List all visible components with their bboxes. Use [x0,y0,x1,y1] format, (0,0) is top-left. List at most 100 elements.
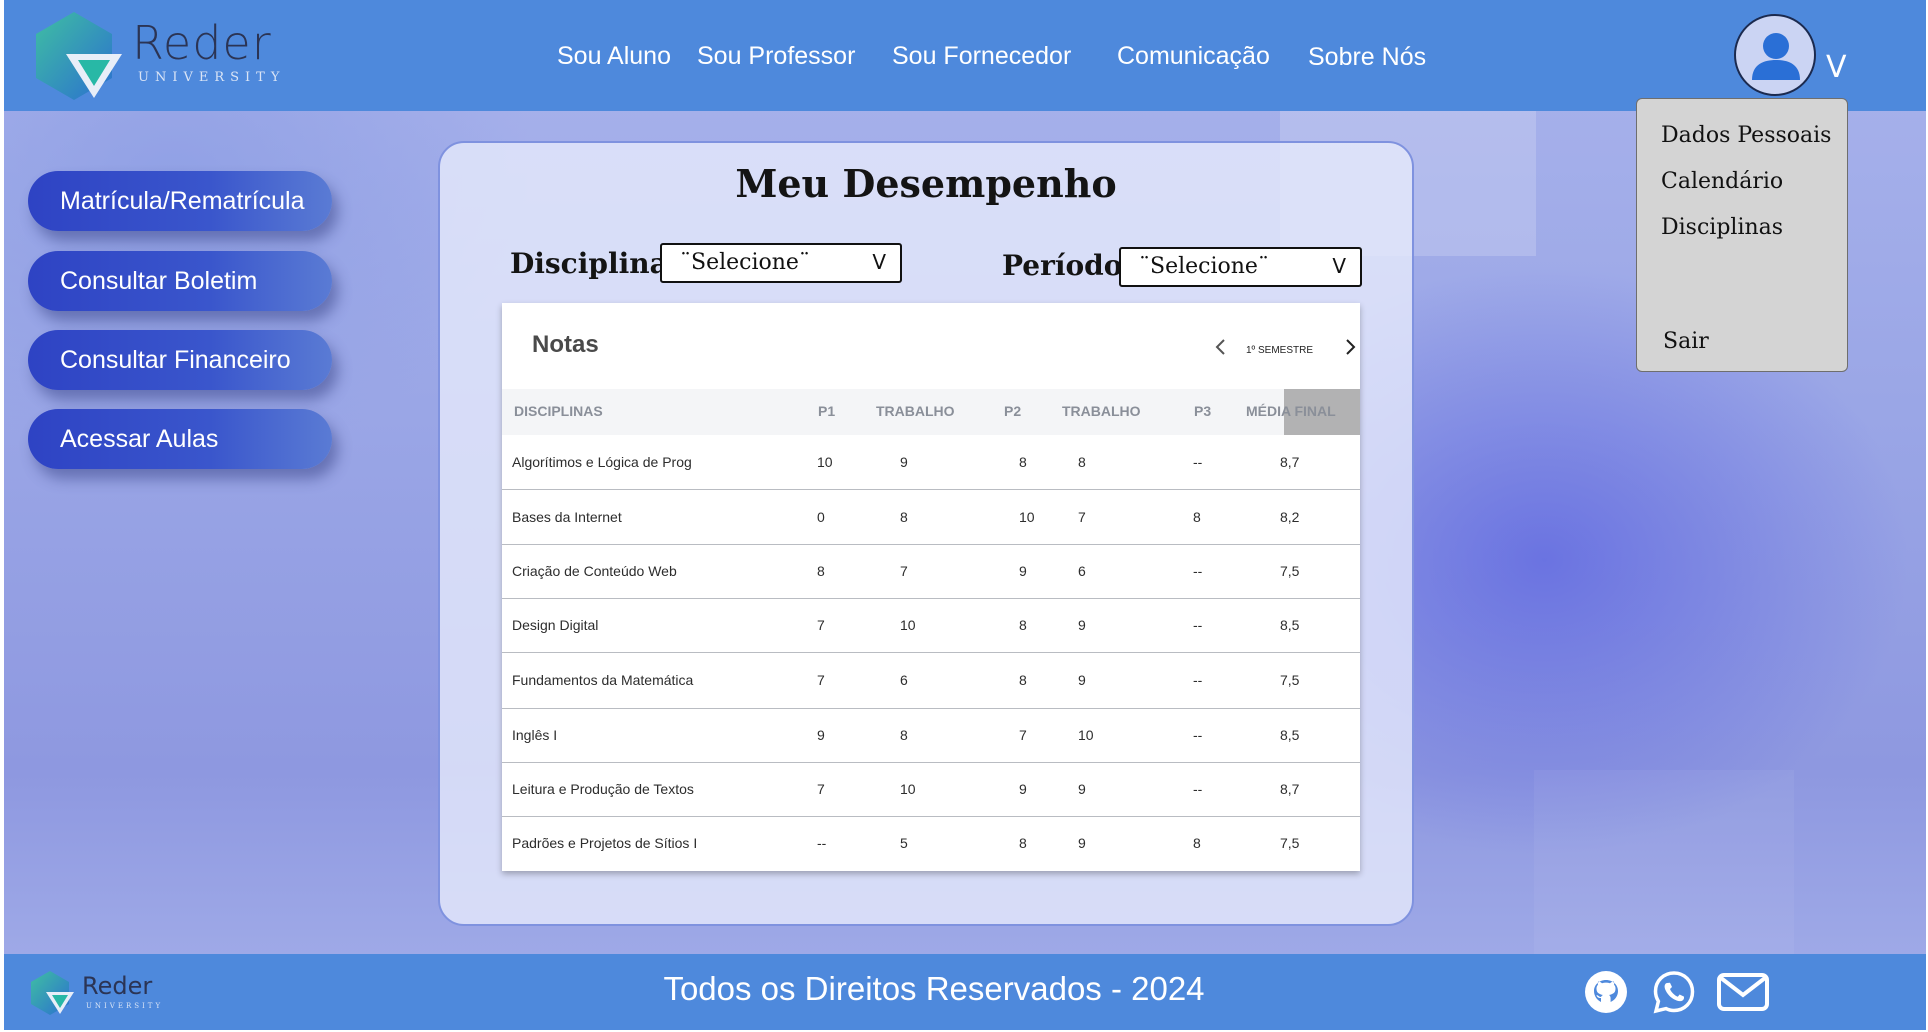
cell-trabalho-2: 8 [1078,454,1086,470]
col-p3[interactable]: P3 [1194,403,1211,419]
nav-sou-fornecedor[interactable]: Sou Fornecedor [892,42,1071,71]
semester-label: 1º SEMESTRE [1246,345,1314,356]
cell-p2: 8 [1019,454,1027,470]
chevron-right-icon[interactable] [1340,337,1360,357]
logo[interactable]: Reder UNIVERSITY [26,10,279,110]
cell-p2: 9 [1019,781,1027,797]
table-row[interactable]: Criação de Conteúdo Web 8 7 9 6 -- 7,5 [502,545,1360,599]
header: Reder UNIVERSITY Sou Aluno Sou Professor… [4,0,1926,111]
cell-trabalho-2: 7 [1078,509,1086,525]
user-avatar[interactable] [1734,14,1816,96]
cell-p1: 0 [817,509,825,525]
table-header: DISCIPLINAS P1 TRABALHO P2 TRABALHO P3 M… [502,389,1360,435]
user-menu-chevron-icon[interactable]: V [1826,50,1847,85]
cell-disciplina: Algorítimos e Lógica de Prog [512,454,692,470]
chevron-down-icon: V [1332,254,1346,278]
cell-p1: 10 [817,454,833,470]
cell-p3: -- [1193,454,1203,470]
user-icon [1752,33,1800,80]
nav-sobre-nos[interactable]: Sobre Nós [1308,43,1426,72]
cell-disciplina: Design Digital [512,617,599,633]
grades-panel: Notas 1º SEMESTRE DISCIPLINAS P1 TRABALH… [502,303,1360,871]
chevron-left-icon[interactable] [1211,337,1231,357]
periodo-label: Período [1002,249,1123,282]
cell-p3: -- [1193,727,1203,743]
cell-p2: 8 [1019,617,1027,633]
periodo-select[interactable]: ¨Selecione¨ V [1119,247,1362,287]
table-row[interactable]: Leitura e Produção de Textos 7 10 9 9 -- 8,7 [502,763,1360,817]
cell-p1: 8 [817,563,825,579]
cell-trabalho-2: 9 [1078,835,1086,851]
cell-trabalho-1: 7 [900,563,908,579]
menu-item-sair[interactable]: Sair [1663,329,1709,354]
github-icon[interactable] [1582,968,1630,1016]
cell-p2: 8 [1019,672,1027,688]
cell-disciplina: Fundamentos da Matemática [512,672,694,688]
col-trabalho-2[interactable]: TRABALHO [1062,403,1141,419]
table-row[interactable]: Padrões e Projetos de Sítios I -- 5 8 9 8 7,5 [502,817,1360,871]
footer: Reder UNIVERSITY Todos os Direitos Reser… [4,954,1926,1030]
consultar-boletim-button[interactable]: Consultar Boletim [28,251,332,311]
cell-trabalho-1: 10 [900,617,916,633]
decorative-glass [1534,770,1794,970]
table-row[interactable]: Bases da Internet 0 8 10 7 8 8,2 [502,491,1360,545]
logo-text: Reder [132,16,272,70]
cell-media-final: 8,7 [1280,781,1300,797]
mail-icon[interactable] [1716,968,1770,1016]
disciplina-select-value: ¨Selecione¨ [680,250,810,275]
cell-p3: 8 [1193,835,1201,851]
cell-p3: -- [1193,617,1203,633]
cell-trabalho-2: 10 [1078,727,1094,743]
cell-p1: 7 [817,672,825,688]
col-media-final[interactable]: MÉDIA FINAL [1246,403,1336,419]
disciplina-select[interactable]: ¨Selecione¨ V [660,243,902,283]
nav-sou-professor[interactable]: Sou Professor [697,42,855,71]
cell-disciplina: Inglês I [512,727,558,743]
page: Reder UNIVERSITY Sou Aluno Sou Professor… [4,0,1926,1030]
col-disciplinas[interactable]: DISCIPLINAS [514,403,603,419]
table-row[interactable]: Fundamentos da Matemática 7 6 8 9 -- 7,5 [502,653,1360,709]
col-p2[interactable]: P2 [1004,403,1021,419]
cell-media-final: 7,5 [1280,835,1300,851]
cell-trabalho-1: 10 [900,781,916,797]
table-row[interactable]: Inglês I 9 8 7 10 -- 8,5 [502,709,1360,763]
nav-comunicacao[interactable]: Comunicação [1117,42,1270,71]
cell-media-final: 8,5 [1280,617,1300,633]
cell-trabalho-1: 6 [900,672,908,688]
menu-item-calendario[interactable]: Calendário [1661,169,1783,194]
cell-p3: -- [1193,563,1203,579]
nav-sou-aluno[interactable]: Sou Aluno [557,42,671,71]
whatsapp-icon[interactable] [1650,968,1698,1016]
performance-card: Meu Desempenho Disciplina ¨Selecione¨ V … [438,141,1414,926]
cell-p3: -- [1193,672,1203,688]
table-row[interactable]: Design Digital 7 10 8 9 -- 8,5 [502,599,1360,653]
menu-item-disciplinas[interactable]: Disciplinas [1661,215,1783,240]
cell-media-final: 8,2 [1280,509,1300,525]
col-p1[interactable]: P1 [818,403,835,419]
disciplina-label: Disciplina [510,247,668,280]
cell-trabalho-1: 9 [900,454,908,470]
matricula-button[interactable]: Matrícula/Rematrícula [28,171,332,231]
user-dropdown-menu: Dados Pessoais Calendário Disciplinas Sa… [1636,98,1848,372]
cell-media-final: 8,5 [1280,727,1300,743]
consultar-financeiro-button[interactable]: Consultar Financeiro [28,330,332,390]
periodo-select-value: ¨Selecione¨ [1139,254,1269,279]
cell-p1: 7 [817,617,825,633]
page-title: Meu Desempenho [735,161,1117,206]
acessar-aulas-button[interactable]: Acessar Aulas [28,409,332,469]
logo-subtext: UNIVERSITY [138,70,286,85]
cell-trabalho-2: 9 [1078,781,1086,797]
cell-disciplina: Criação de Conteúdo Web [512,563,677,579]
cell-trabalho-2: 6 [1078,563,1086,579]
menu-item-dados-pessoais[interactable]: Dados Pessoais [1661,123,1831,148]
cell-disciplina: Bases da Internet [512,509,622,525]
cell-p2: 9 [1019,563,1027,579]
col-trabalho-1[interactable]: TRABALHO [876,403,955,419]
cell-trabalho-1: 5 [900,835,908,851]
cell-trabalho-1: 8 [900,727,908,743]
cell-p3: 8 [1193,509,1201,525]
cell-trabalho-2: 9 [1078,672,1086,688]
cell-p2: 7 [1019,727,1027,743]
cell-p3: -- [1193,781,1203,797]
table-row[interactable]: Algorítimos e Lógica de Prog 10 9 8 8 -- 8,7 [502,435,1360,490]
